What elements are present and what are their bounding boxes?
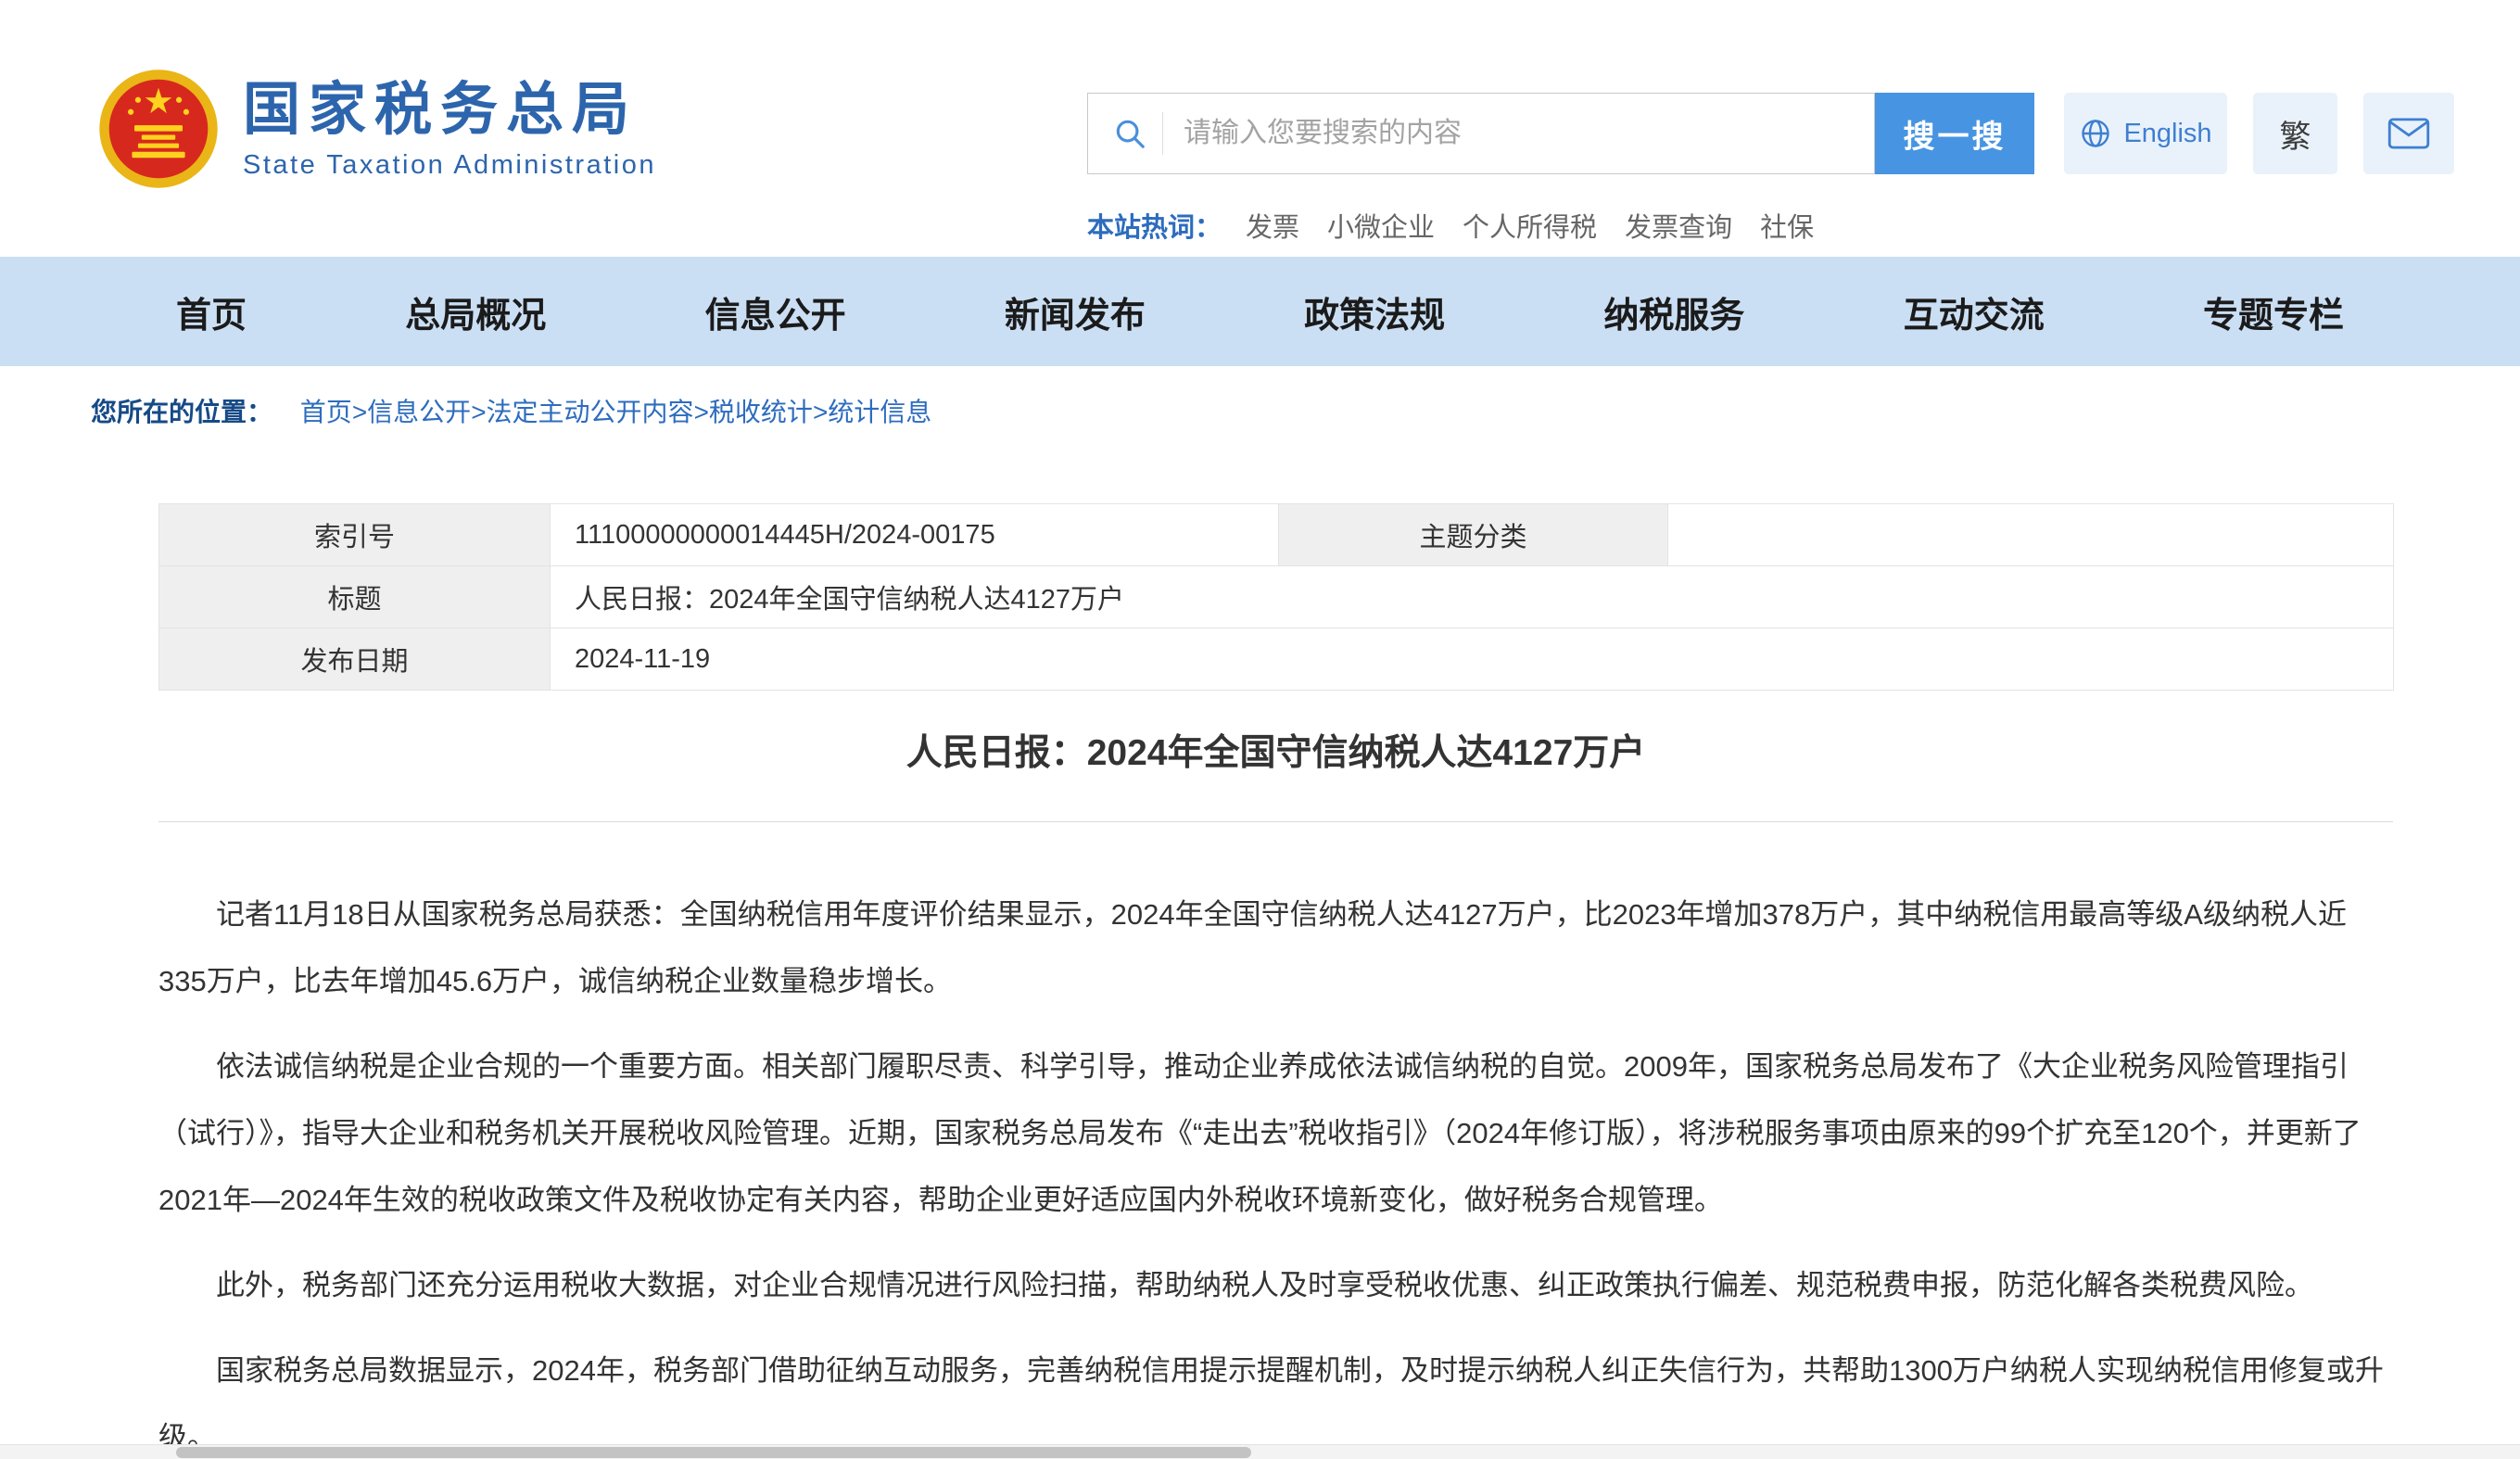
- breadcrumb-item-home[interactable]: 首页: [300, 398, 352, 426]
- search-input[interactable]: [1184, 94, 1874, 173]
- meta-label-date: 发布日期: [159, 628, 551, 691]
- nav-item-overview[interactable]: 总局概况: [405, 286, 546, 337]
- article-paragraph: 记者11月18日从国家税务总局获悉：全国纳税信用年度评价结果显示，2024年全国…: [158, 882, 2393, 1015]
- main-nav: 首页 总局概况 信息公开 新闻发布 政策法规 纳税服务 互动交流 专题专栏: [0, 257, 2520, 366]
- hot-words-label: 本站热词：: [1087, 206, 1222, 245]
- breadcrumb-separator: >: [471, 398, 486, 426]
- article-paragraph: 依法诚信纳税是企业合规的一个重要方面。相关部门履职尽责、科学引导，推动企业养成依…: [158, 1034, 2393, 1234]
- nav-item-news[interactable]: 新闻发布: [1005, 286, 1146, 337]
- breadcrumb-separator: >: [694, 398, 709, 426]
- hot-words-row: 本站热词： 发票 小微企业 个人所得税 发票查询 社保: [1087, 206, 2454, 245]
- article-body: 记者11月18日从国家税务总局获悉：全国纳税信用年度评价结果显示，2024年全国…: [158, 882, 2393, 1459]
- meta-value-index: 11100000000014445H/2024-00175: [551, 504, 1279, 566]
- hot-word-link[interactable]: 社保: [1760, 206, 1814, 245]
- mail-icon: [2387, 118, 2430, 149]
- breadcrumb-item-statutory-disclosure[interactable]: 法定主动公开内容: [487, 398, 694, 426]
- search-divider: [1162, 112, 1163, 155]
- meta-row-title: 标题 人民日报：2024年全国守信纳税人达4127万户: [159, 566, 2394, 628]
- article-title: 人民日报：2024年全国守信纳税人达4127万户: [158, 728, 2393, 780]
- site-title-block: 国家税务总局 State Taxation Administration: [243, 77, 656, 181]
- meta-label-category: 主题分类: [1279, 504, 1668, 566]
- nav-item-interaction[interactable]: 互动交流: [1904, 286, 2045, 337]
- site-name: 国家税务总局: [243, 77, 656, 143]
- hot-word-link[interactable]: 发票: [1246, 206, 1299, 245]
- page: 国家税务总局 State Taxation Administration: [0, 0, 2520, 1459]
- meta-value-date: 2024-11-19: [551, 628, 2394, 691]
- breadcrumb-item-tax-statistics[interactable]: 税收统计: [709, 398, 813, 426]
- meta-label-title: 标题: [159, 566, 551, 628]
- title-divider: [158, 821, 2393, 822]
- article-paragraph: 此外，税务部门还充分运用税收大数据，对企业合规情况进行风险扫描，帮助纳税人及时享…: [158, 1252, 2393, 1319]
- meta-value-category: [1668, 504, 2394, 566]
- meta-row-index: 索引号 11100000000014445H/2024-00175 主题分类: [159, 504, 2394, 566]
- horizontal-scrollbar-track[interactable]: [0, 1444, 2520, 1459]
- language-english-button[interactable]: English: [2064, 93, 2227, 174]
- traditional-label: 繁: [2280, 111, 2311, 157]
- nav-item-home[interactable]: 首页: [176, 286, 247, 337]
- horizontal-scrollbar-thumb[interactable]: [176, 1447, 1251, 1458]
- nav-item-tax-services[interactable]: 纳税服务: [1603, 286, 1744, 337]
- breadcrumb: 您所在的位置： 首页>信息公开>法定主动公开内容>税收统计>统计信息: [0, 366, 2520, 431]
- site-subtitle: State Taxation Administration: [243, 150, 656, 181]
- search-box: 搜一搜: [1087, 93, 2034, 174]
- national-emblem-icon: [98, 69, 219, 189]
- meta-row-date: 发布日期 2024-11-19: [159, 628, 2394, 691]
- breadcrumb-separator: >: [813, 398, 828, 426]
- article-paragraph: 国家税务总局数据显示，2024年，税务部门借助征纳互动服务，完善纳税信用提示提醒…: [158, 1338, 2393, 1459]
- nav-item-info-disclosure[interactable]: 信息公开: [705, 286, 846, 337]
- search-input-wrap: [1087, 93, 1875, 174]
- breadcrumb-label: 您所在的位置：: [91, 398, 272, 426]
- search-icon: [1112, 116, 1147, 151]
- mail-button[interactable]: [2363, 93, 2454, 174]
- traditional-chinese-button[interactable]: 繁: [2253, 93, 2337, 174]
- meta-value-title: 人民日报：2024年全国守信纳税人达4127万户: [551, 566, 2394, 628]
- nav-item-policies[interactable]: 政策法规: [1304, 286, 1445, 337]
- english-label: English: [2123, 119, 2211, 149]
- nav-item-special-topics[interactable]: 专题专栏: [2203, 286, 2344, 337]
- breadcrumb-separator: >: [352, 398, 367, 426]
- search-row: 搜一搜 English 繁: [1087, 93, 2454, 174]
- site-header: 国家税务总局 State Taxation Administration: [0, 0, 2520, 257]
- site-logo[interactable]: 国家税务总局 State Taxation Administration: [98, 69, 656, 189]
- header-right: 搜一搜 English 繁: [1087, 93, 2454, 245]
- hot-word-link[interactable]: 个人所得税: [1463, 206, 1597, 245]
- meta-label-index: 索引号: [159, 504, 551, 566]
- breadcrumb-item-info-disclosure[interactable]: 信息公开: [367, 398, 471, 426]
- search-button[interactable]: 搜一搜: [1875, 93, 2034, 174]
- document-meta-table: 索引号 11100000000014445H/2024-00175 主题分类 标…: [158, 503, 2394, 691]
- hot-word-link[interactable]: 发票查询: [1625, 206, 1732, 245]
- globe-icon: [2079, 117, 2112, 150]
- hot-word-link[interactable]: 小微企业: [1327, 206, 1435, 245]
- breadcrumb-item-statistical-info[interactable]: 统计信息: [828, 398, 931, 426]
- article-content: 索引号 11100000000014445H/2024-00175 主题分类 标…: [158, 503, 2393, 1459]
